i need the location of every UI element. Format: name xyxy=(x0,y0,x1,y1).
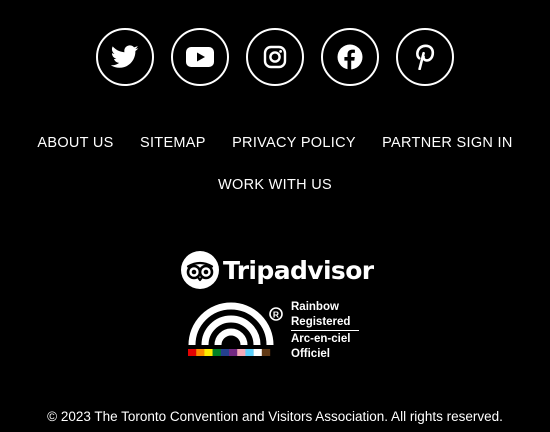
youtube-button[interactable] xyxy=(171,28,229,86)
rainbow-divider xyxy=(291,330,359,331)
twitter-icon xyxy=(111,45,139,68)
pinterest-button[interactable] xyxy=(396,28,454,86)
rainbow-line-3: Arc-en-ciel xyxy=(291,333,351,345)
instagram-icon xyxy=(263,45,287,69)
pride-stripe-segment xyxy=(253,349,262,356)
tripadvisor-wordmark: Tripadvisor xyxy=(223,255,374,285)
tripadvisor-logo[interactable]: Tripadvisor xyxy=(181,250,374,290)
pride-stripe-segment xyxy=(245,349,254,356)
rainbow-line-1: Rainbow xyxy=(291,301,339,313)
facebook-icon xyxy=(337,44,363,70)
partner-sign-in-link[interactable]: PARTNER SIGN IN xyxy=(382,135,512,151)
pride-stripe-segment xyxy=(220,349,230,356)
rainbow-line-2: Registered xyxy=(291,315,351,328)
pride-stripe-segment xyxy=(237,349,246,356)
rainbow-arch-icon: R xyxy=(188,302,283,356)
pride-stripe-segment xyxy=(188,349,197,356)
pride-stripe-segment xyxy=(204,349,213,356)
about-us-link[interactable]: ABOUT US xyxy=(37,135,113,151)
pride-stripe-segment xyxy=(212,349,221,356)
instagram-button[interactable] xyxy=(246,28,304,86)
rainbow-registered-badge: R Rainbow Registered Arc-en-ciel Officie… xyxy=(188,300,368,360)
footer-nav-secondary: WORK WITH US xyxy=(0,177,550,193)
pride-stripe-segment xyxy=(261,349,271,356)
rainbow-line-4: Officiel xyxy=(291,347,330,360)
registered-mark: R xyxy=(273,309,279,319)
pride-stripe-segment xyxy=(229,349,238,356)
work-with-us-link[interactable]: WORK WITH US xyxy=(218,177,332,193)
rainbow-registered-text: Rainbow Registered Arc-en-ciel Officiel xyxy=(291,300,359,361)
footer-nav: ABOUT US SITEMAP PRIVACY POLICY PARTNER … xyxy=(0,135,550,151)
facebook-button[interactable] xyxy=(321,28,379,86)
pride-color-stripe xyxy=(188,349,271,356)
pinterest-icon xyxy=(416,44,435,70)
copyright-text: © 2023 The Toronto Convention and Visito… xyxy=(47,409,503,424)
pride-stripe-segment xyxy=(196,349,205,356)
privacy-policy-link[interactable]: PRIVACY POLICY xyxy=(232,135,356,151)
twitter-button[interactable] xyxy=(96,28,154,86)
sitemap-link[interactable]: SITEMAP xyxy=(140,135,206,151)
youtube-icon xyxy=(186,47,214,67)
tripadvisor-owl-icon xyxy=(181,251,219,289)
social-links xyxy=(0,28,550,86)
